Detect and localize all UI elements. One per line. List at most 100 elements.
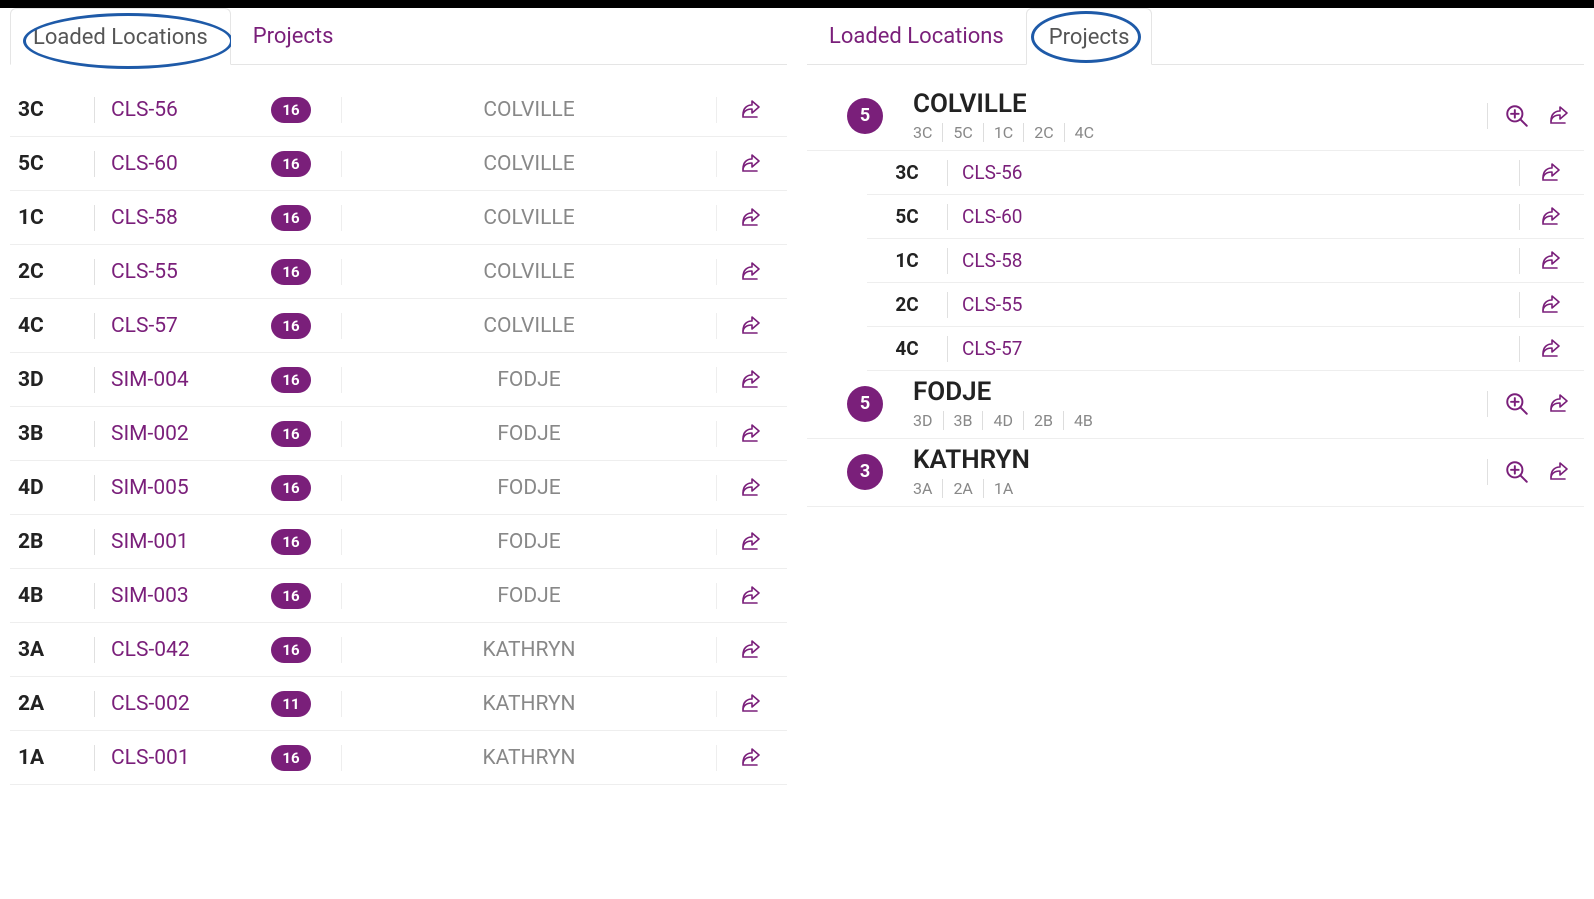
group-tags: 3D3B4D2B4B [913, 411, 1487, 430]
project-name: COLVILLE [342, 260, 716, 284]
forward-icon[interactable] [1548, 392, 1572, 416]
location-row[interactable]: 3ACLS-04216KATHRYN [10, 623, 787, 677]
forward-icon[interactable] [740, 476, 764, 500]
sample-code[interactable]: CLS-58 [111, 206, 271, 230]
forward-icon[interactable] [740, 260, 764, 284]
sample-code[interactable]: CLS-56 [111, 98, 271, 122]
location-row[interactable]: 4BSIM-00316FODJE [10, 569, 787, 623]
forward-icon[interactable] [1540, 205, 1564, 229]
sample-code[interactable]: SIM-003 [111, 584, 271, 608]
position-label: 4C [18, 314, 94, 338]
forward-icon[interactable] [740, 530, 764, 554]
forward-icon[interactable] [740, 584, 764, 608]
group-tags: 3A2A1A [913, 479, 1487, 498]
tab-projects[interactable]: Projects [1026, 8, 1153, 65]
forward-icon[interactable] [1540, 337, 1564, 361]
zoom-in-icon[interactable] [1504, 391, 1530, 417]
forward-icon[interactable] [1540, 293, 1564, 317]
group-item-row[interactable]: 1CCLS-58 [867, 239, 1584, 283]
location-row[interactable]: 2ACLS-00211KATHRYN [10, 677, 787, 731]
group-item-row[interactable]: 4CCLS-57 [867, 327, 1584, 371]
row-actions [717, 584, 787, 608]
count-cell: 16 [271, 421, 341, 447]
zoom-in-icon[interactable] [1504, 459, 1530, 485]
location-row[interactable]: 3DSIM-00416FODJE [10, 353, 787, 407]
project-group-header[interactable]: 5FODJE3D3B4D2B4B [807, 371, 1584, 439]
location-row[interactable]: 5CCLS-6016COLVILLE [10, 137, 787, 191]
project-name: KATHRYN [342, 692, 716, 716]
row-actions [717, 638, 787, 662]
position-tag: 5C [943, 123, 983, 142]
forward-icon[interactable] [740, 368, 764, 392]
tab-loaded-locations[interactable]: Loaded Locations [807, 8, 1026, 64]
sample-code[interactable]: CLS-57 [948, 337, 1519, 360]
count-badge: 16 [271, 259, 311, 285]
group-item-row[interactable]: 5CCLS-60 [867, 195, 1584, 239]
forward-icon[interactable] [740, 746, 764, 770]
count-cell: 16 [271, 637, 341, 663]
forward-icon[interactable] [740, 422, 764, 446]
location-row[interactable]: 1ACLS-00116KATHRYN [10, 731, 787, 785]
group-item-row[interactable]: 3CCLS-56 [867, 151, 1584, 195]
forward-icon[interactable] [1540, 161, 1564, 185]
row-actions [717, 746, 787, 770]
project-group-header[interactable]: 5 COLVILLE3C5C1C2C4C [807, 83, 1584, 151]
tab-loaded-locations[interactable]: Loaded Locations [10, 8, 231, 65]
forward-icon[interactable] [740, 314, 764, 338]
sample-code[interactable]: SIM-001 [111, 530, 271, 554]
project-group-header[interactable]: 3KATHRYN3A2A1A [807, 439, 1584, 507]
zoom-in-icon[interactable] [1504, 103, 1530, 129]
group-actions [1504, 103, 1584, 129]
sample-code[interactable]: CLS-58 [948, 249, 1519, 272]
forward-icon[interactable] [740, 98, 764, 122]
location-row[interactable]: 2BSIM-00116FODJE [10, 515, 787, 569]
right-pane: Loaded Locations Projects 5 COLVILLE3C5C1… [797, 8, 1594, 785]
divider [94, 475, 95, 501]
location-row[interactable]: 4DSIM-00516FODJE [10, 461, 787, 515]
forward-icon[interactable] [740, 638, 764, 662]
group-count-badge: 5 [847, 98, 883, 134]
count-badge: 16 [271, 97, 311, 123]
position-label: 3C [18, 98, 94, 122]
sample-code[interactable]: SIM-005 [111, 476, 271, 500]
location-row[interactable]: 4CCLS-5716COLVILLE [10, 299, 787, 353]
row-actions [1520, 161, 1584, 185]
group-actions [1504, 391, 1584, 417]
sample-code[interactable]: CLS-60 [111, 152, 271, 176]
project-name: FODJE [342, 368, 716, 392]
position-tag: 3B [944, 411, 984, 430]
sample-code[interactable]: CLS-56 [948, 161, 1519, 184]
position-label: 4D [18, 476, 94, 500]
tab-projects[interactable]: Projects [231, 8, 356, 64]
forward-icon[interactable] [1540, 249, 1564, 273]
sample-code[interactable]: CLS-55 [111, 260, 271, 284]
group-main: COLVILLE3C5C1C2C4C [913, 89, 1487, 142]
forward-icon[interactable] [1548, 104, 1572, 128]
sample-code[interactable]: SIM-004 [111, 368, 271, 392]
location-row[interactable]: 2CCLS-5516COLVILLE [10, 245, 787, 299]
sample-code[interactable]: SIM-002 [111, 422, 271, 446]
sample-code[interactable]: CLS-001 [111, 746, 271, 770]
group-item-row[interactable]: 2CCLS-55 [867, 283, 1584, 327]
forward-icon[interactable] [740, 692, 764, 716]
count-badge: 16 [271, 475, 311, 501]
group-main: FODJE3D3B4D2B4B [913, 377, 1487, 430]
left-tabs: Loaded Locations Projects [10, 8, 787, 65]
sample-code[interactable]: CLS-60 [948, 205, 1519, 228]
position-tag: 2B [1024, 411, 1064, 430]
forward-icon[interactable] [1548, 460, 1572, 484]
forward-icon[interactable] [740, 206, 764, 230]
sample-code[interactable]: CLS-042 [111, 638, 271, 662]
location-row[interactable]: 3C CLS-5616 COLVILLE [10, 83, 787, 137]
forward-icon[interactable] [740, 152, 764, 176]
position-label: 5C [867, 205, 947, 228]
sample-code[interactable]: CLS-55 [948, 293, 1519, 316]
project-name: COLVILLE [342, 98, 716, 122]
location-row[interactable]: 3BSIM-00216FODJE [10, 407, 787, 461]
sample-code[interactable]: CLS-57 [111, 314, 271, 338]
location-row[interactable]: 1CCLS-5816COLVILLE [10, 191, 787, 245]
position-tag: 3D [913, 411, 944, 430]
row-actions [1520, 205, 1584, 229]
sample-code[interactable]: CLS-002 [111, 692, 271, 716]
group-items: 3CCLS-565CCLS-601CCLS-582CCLS-554CCLS-57 [807, 151, 1584, 371]
